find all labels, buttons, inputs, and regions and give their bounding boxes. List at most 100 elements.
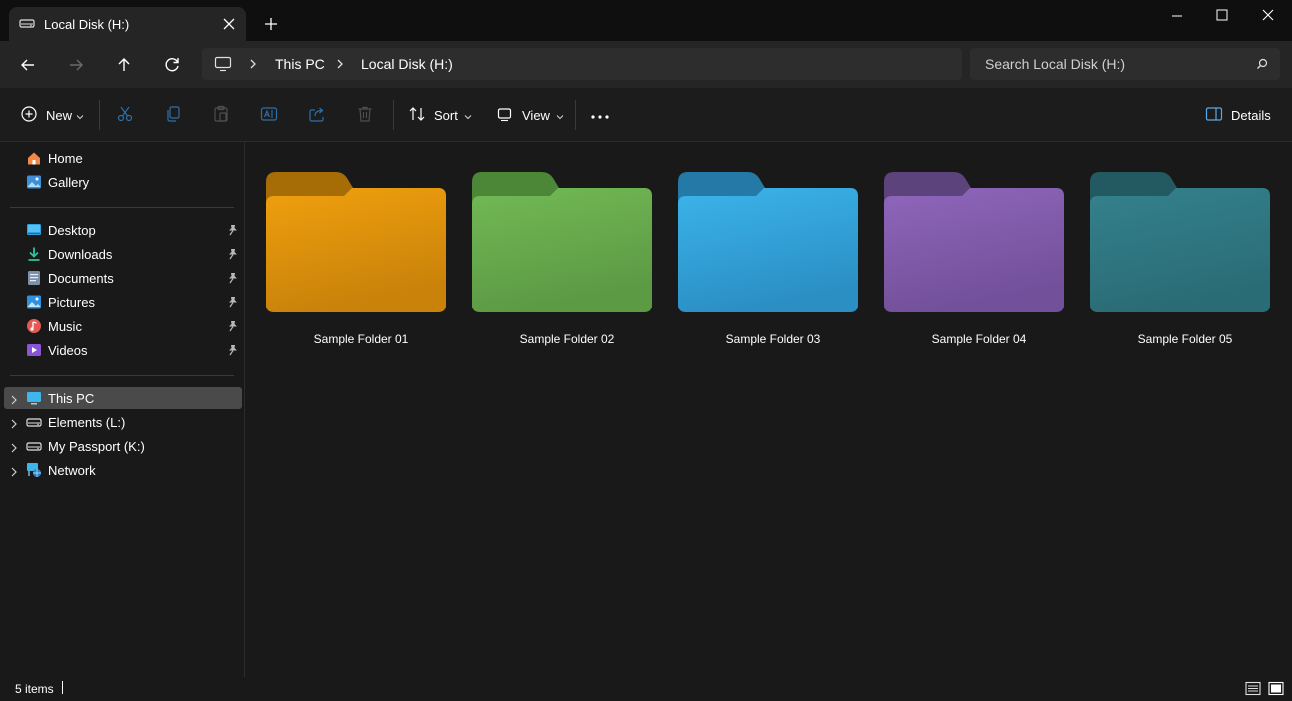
address-bar[interactable]: This PC Local Disk (H:) [202,48,962,80]
sidebar-item-downloads[interactable]: Downloads [4,243,242,265]
rename-button[interactable] [260,102,278,128]
search-icon [1256,58,1268,73]
pin-icon[interactable] [228,224,238,239]
folder-item[interactable]: Sample Folder 05 [1090,168,1280,358]
breadcrumb-this-pc[interactable]: This PC [275,56,325,72]
more-options-button[interactable] [590,102,610,128]
pin-icon[interactable] [228,320,238,335]
refresh-icon[interactable] [160,53,184,77]
details-view-icon[interactable] [1245,681,1261,699]
copy-icon [164,105,182,126]
drive-icon [26,414,42,433]
videos-icon [26,342,42,361]
new-button[interactable]: New [20,102,84,128]
up-arrow-icon[interactable] [112,53,136,77]
status-bar: 5 items [0,677,1292,701]
pin-icon[interactable] [228,248,238,263]
sidebar-item-elements[interactable]: Elements (L:) [4,411,242,433]
chevron-right-icon[interactable] [10,465,18,480]
chevron-right-icon[interactable] [335,58,345,73]
desktop-icon [26,222,42,241]
sidebar-item-music[interactable]: Music [4,315,242,337]
sidebar-item-my-passport[interactable]: My Passport (K:) [4,435,242,457]
pin-icon[interactable] [228,344,238,359]
close-window-icon[interactable] [1245,6,1291,26]
sidebar-item-gallery[interactable]: Gallery [4,171,242,193]
sidebar-item-label: Pictures [48,295,95,310]
folder-item[interactable]: Sample Folder 02 [472,168,662,358]
sidebar-item-videos[interactable]: Videos [4,339,242,361]
search-placeholder: Search Local Disk (H:) [985,56,1126,72]
folder-name: Sample Folder 03 [725,332,821,346]
folder-name: Sample Folder 05 [1137,332,1233,346]
new-tab-icon[interactable] [260,13,282,35]
paste-button[interactable] [212,102,230,128]
sidebar-item-desktop[interactable]: Desktop [4,219,242,241]
pin-icon[interactable] [228,272,238,287]
sidebar-item-label: Gallery [48,175,90,190]
monitor-icon [26,390,42,409]
pin-icon[interactable] [228,296,238,311]
tab-title: Local Disk (H:) [44,17,130,32]
command-bar: New Sort View Details [0,88,1292,142]
sidebar-item-pictures[interactable]: Pictures [4,291,242,313]
file-list: Sample Folder 01 Sample Folder 02 Sample… [246,142,1290,677]
sidebar-item-network[interactable]: Network [4,459,242,481]
sidebar-item-this-pc[interactable]: This PC [4,387,242,409]
large-icons-view-icon[interactable] [1268,681,1284,699]
sidebar-item-label: My Passport (K:) [48,439,145,454]
search-input[interactable]: Search Local Disk (H:) [970,48,1280,80]
pictures-icon [26,294,42,313]
share-button[interactable] [308,102,326,128]
chevron-down-icon [464,108,472,123]
forward-arrow-icon[interactable] [64,53,88,77]
drive-icon [26,438,42,457]
folder-item[interactable]: Sample Folder 03 [678,168,868,358]
close-tab-icon[interactable] [218,13,240,35]
chevron-right-icon[interactable] [10,441,18,456]
copy-button[interactable] [164,102,182,128]
sidebar-item-label: Desktop [48,223,96,238]
view-button[interactable]: View [496,102,564,128]
chevron-right-icon[interactable] [10,393,18,408]
sidebar-item-label: Music [48,319,82,334]
sidebar-item-label: Network [48,463,96,478]
cut-button[interactable] [116,102,134,128]
folder-icon [472,172,652,312]
folder-icon [266,172,446,312]
sidebar-divider [10,375,234,376]
sort-icon [408,105,426,126]
tab-local-disk[interactable]: Local Disk (H:) [9,7,246,41]
folder-icon [678,172,858,312]
view-label: View [522,107,550,123]
folder-name: Sample Folder 02 [519,332,615,346]
folder-item[interactable]: Sample Folder 01 [266,168,456,358]
status-divider [62,681,63,694]
breadcrumb-local-disk[interactable]: Local Disk (H:) [361,56,453,72]
more-icon [590,108,610,123]
clipboard-icon [212,105,230,126]
delete-button[interactable] [356,102,374,128]
details-pane-icon [1205,106,1223,125]
back-arrow-icon[interactable] [16,53,40,77]
chevron-right-icon[interactable] [10,417,18,432]
navigation-bar: This PC Local Disk (H:) Search Local Dis… [0,41,1292,88]
sort-button[interactable]: Sort [408,102,472,128]
share-icon [308,105,326,126]
details-button[interactable]: Details [1205,102,1271,128]
folder-icon [1090,172,1270,312]
sidebar-item-documents[interactable]: Documents [4,267,242,289]
maximize-icon[interactable] [1199,6,1245,26]
sidebar-item-home[interactable]: Home [4,147,242,169]
folder-name: Sample Folder 01 [313,332,409,346]
chevron-right-icon[interactable] [248,58,258,73]
minimize-icon[interactable] [1154,6,1200,26]
sidebar-item-label: Home [48,151,83,166]
sidebar-item-label: Elements (L:) [48,415,126,430]
details-label: Details [1231,107,1271,123]
folder-item[interactable]: Sample Folder 04 [884,168,1074,358]
chevron-down-icon [556,108,564,123]
rename-icon [260,105,278,126]
sidebar-divider [10,207,234,208]
network-icon [26,462,42,481]
